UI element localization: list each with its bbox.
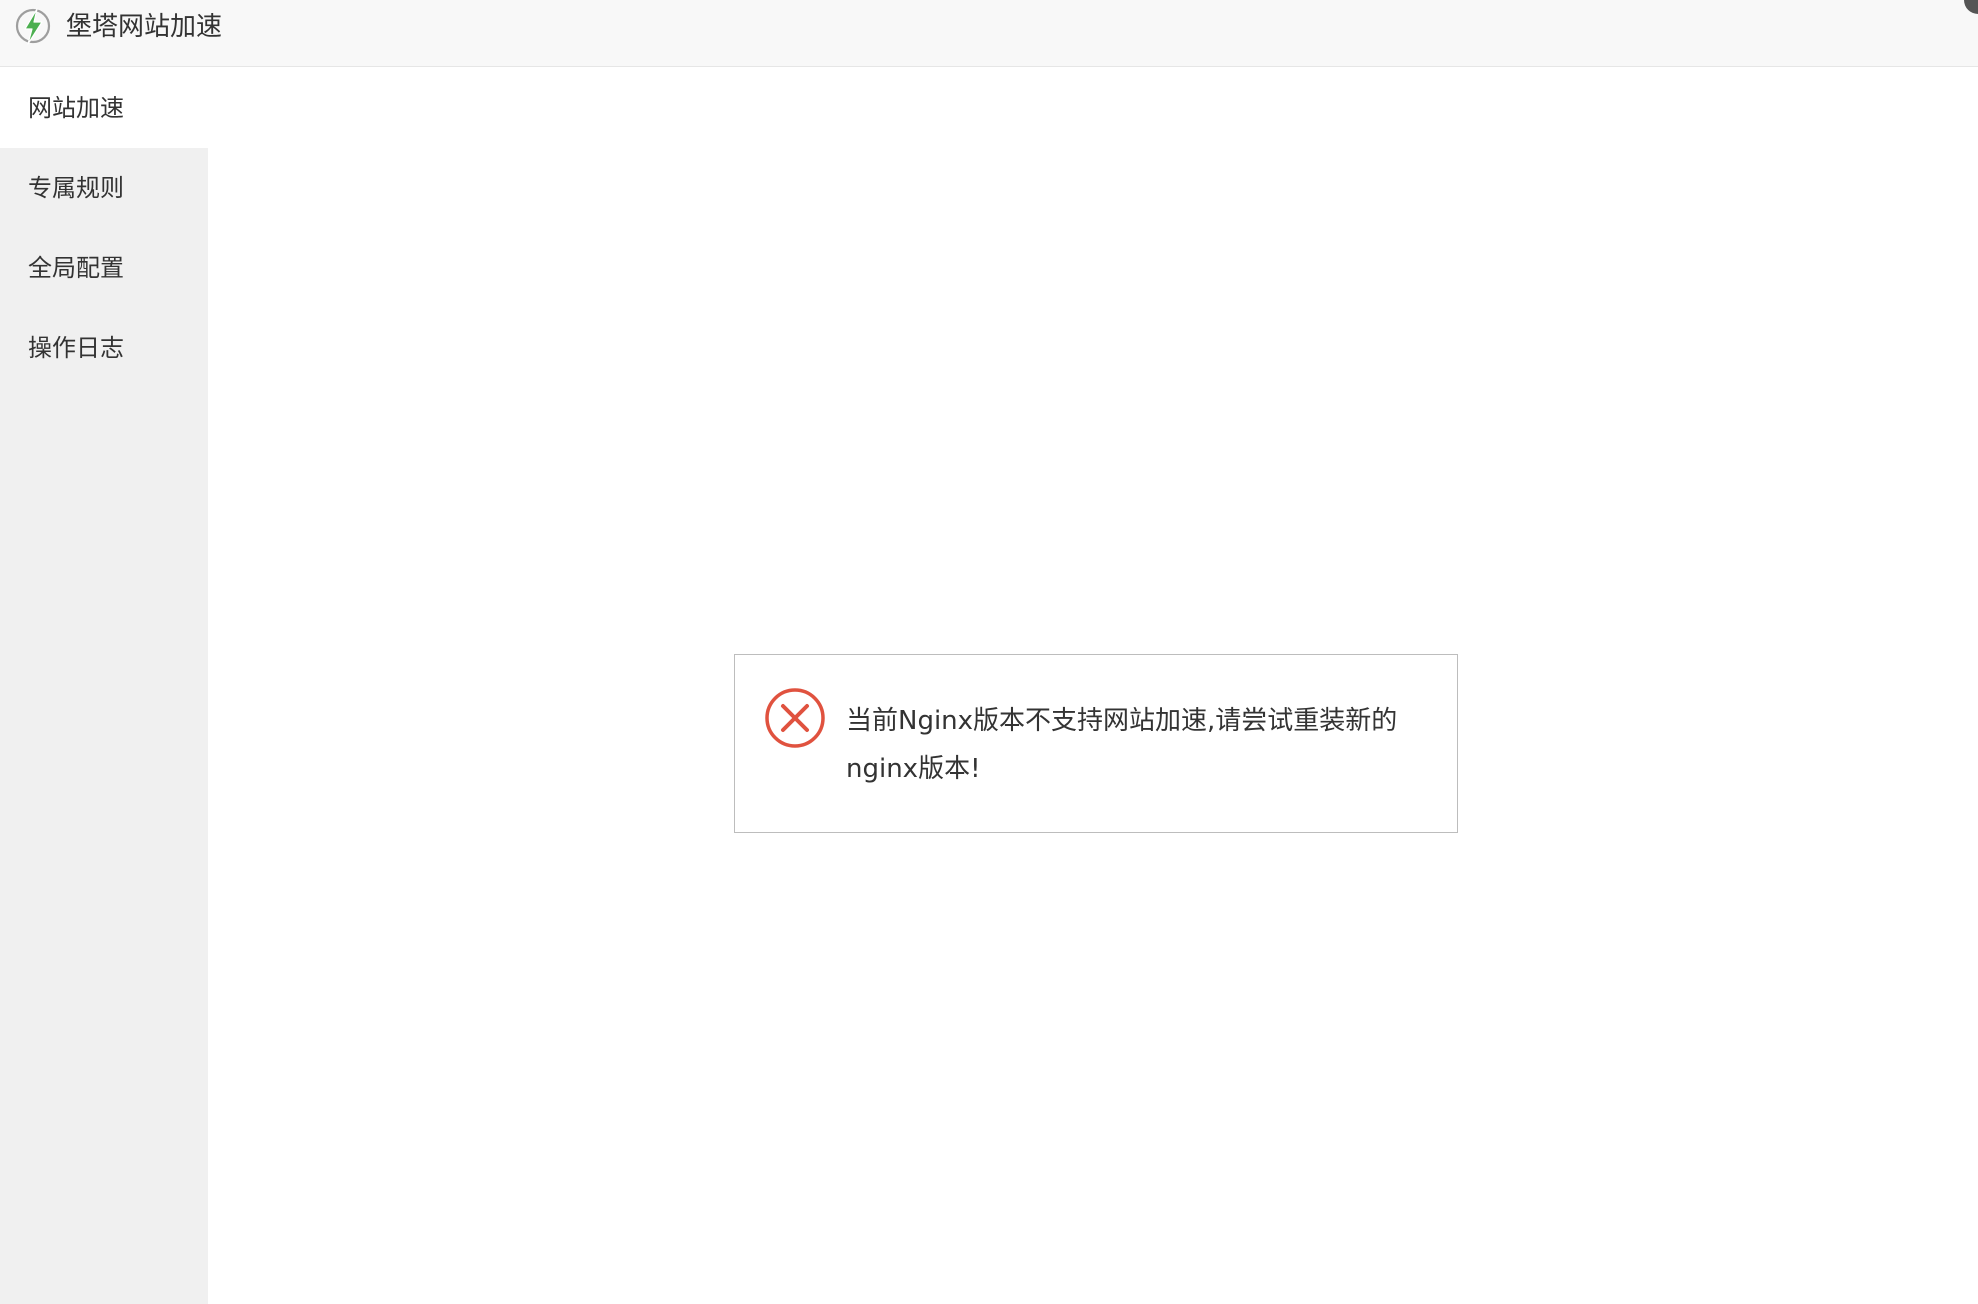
sidebar-nav: 网站加速 专属规则 全局配置 操作日志 [0,68,208,1304]
error-x-icon [764,687,826,749]
app-title: 堡塔网站加速 [66,12,223,42]
sidebar-item-label: 操作日志 [28,334,124,362]
error-alert-dialog: 当前Nginx版本不支持网站加速,请尝试重装新的nginx版本! [734,654,1458,833]
title-bar: 堡塔网站加速 [0,0,1978,67]
sidebar-item-custom-rules[interactable]: 专属规则 [0,148,208,228]
lightning-bolt-icon [14,6,52,46]
main-content: 当前Nginx版本不支持网站加速,请尝试重装新的nginx版本! [208,68,1978,1304]
sidebar-item-operation-log[interactable]: 操作日志 [0,308,208,388]
app-window: 堡塔网站加速 网站加速 专属规则 全局配置 操作日志 当前Nginx版本不支持网… [0,0,1978,1304]
sidebar-item-label: 专属规则 [28,174,124,202]
sidebar-item-label: 全局配置 [28,254,124,282]
sidebar-item-global-config[interactable]: 全局配置 [0,228,208,308]
alert-message: 当前Nginx版本不支持网站加速,请尝试重装新的nginx版本! [846,706,1398,784]
sidebar-item-label: 网站加速 [28,94,124,122]
sidebar-item-website-acceleration[interactable]: 网站加速 [0,68,208,148]
